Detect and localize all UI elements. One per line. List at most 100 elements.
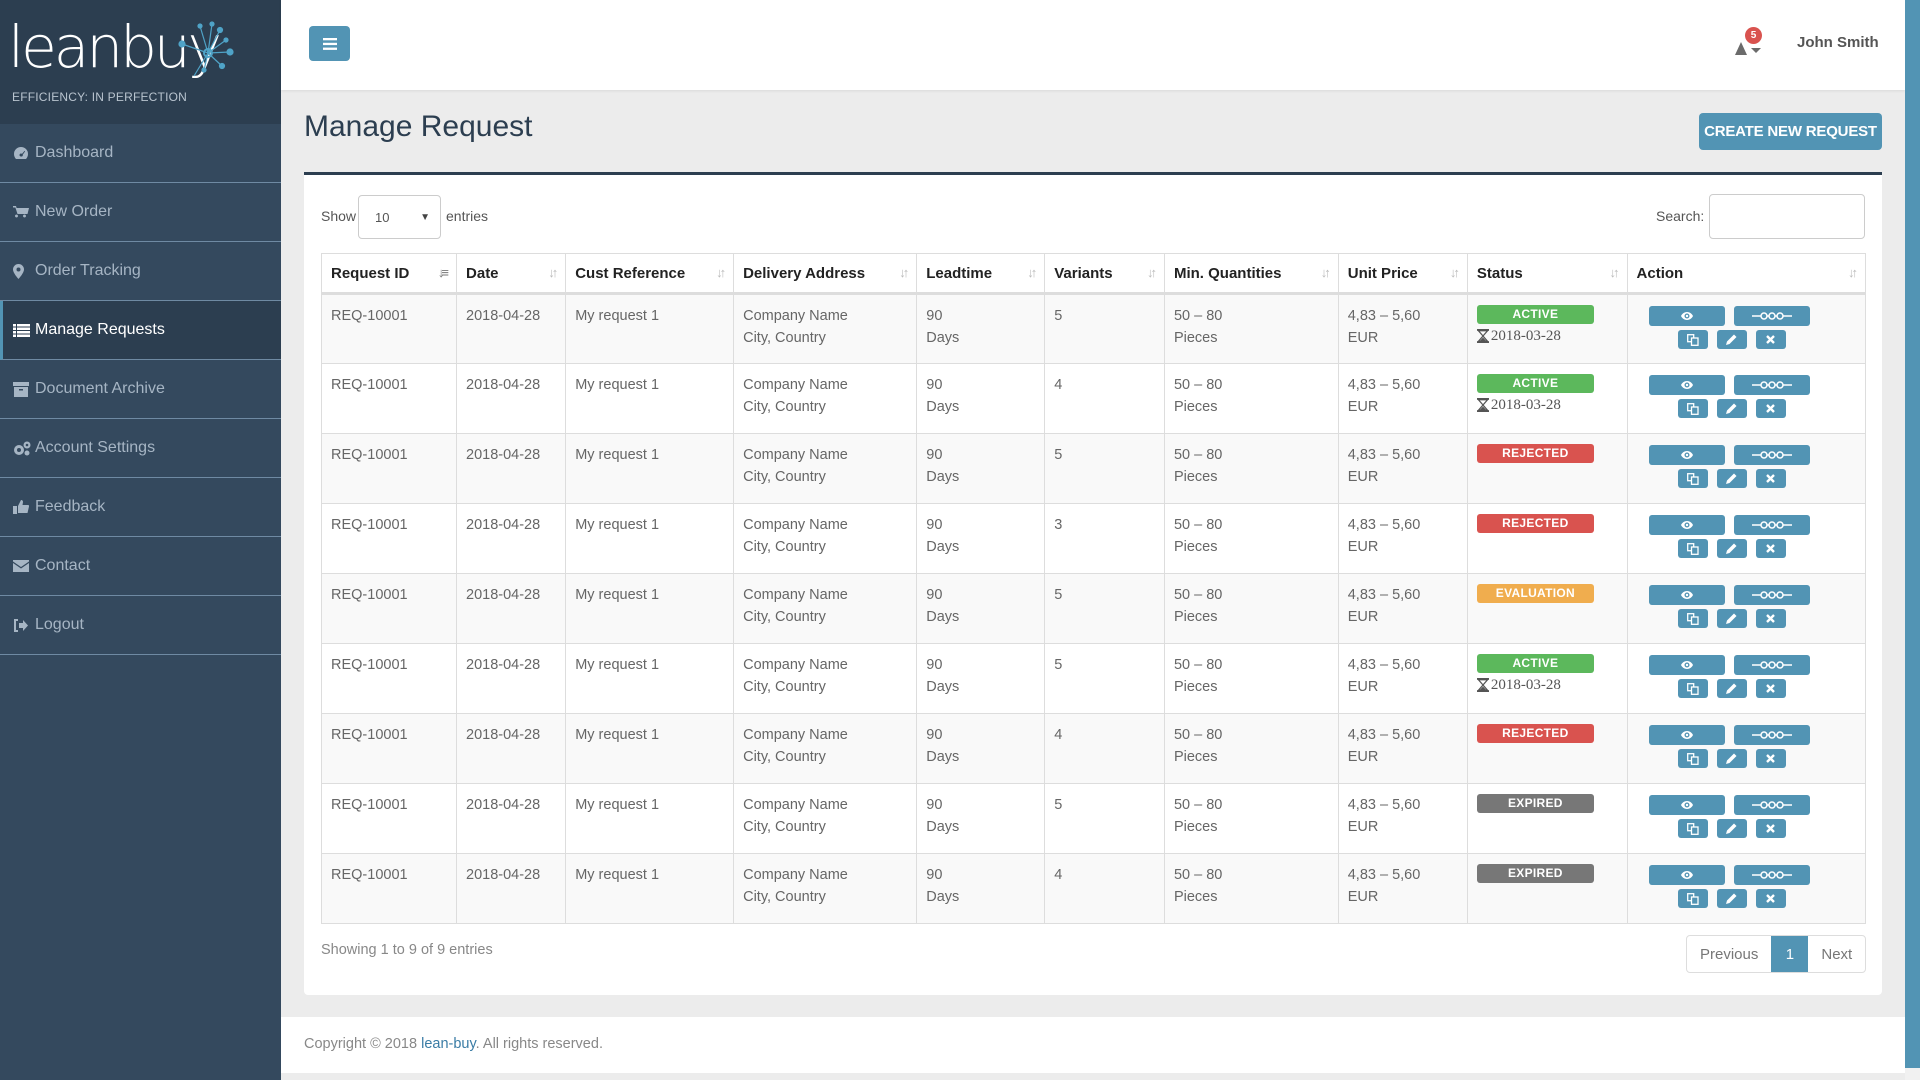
previous-page-button[interactable]: Previous xyxy=(1687,936,1771,972)
column-header-variants[interactable]: Variants ↓↑ xyxy=(1044,253,1165,295)
delete-button[interactable] xyxy=(1755,399,1786,418)
cust-reference-cell: My request 1 xyxy=(565,433,735,504)
copy-button[interactable] xyxy=(1677,469,1708,488)
column-header-label: Date xyxy=(466,264,499,282)
status-cell: ACTIVE 2018-03-28 xyxy=(1466,293,1628,364)
edit-button[interactable] xyxy=(1716,679,1747,698)
column-header-min-quantities[interactable]: Min. Quantities ↓↑ xyxy=(1163,253,1339,295)
edit-button[interactable] xyxy=(1716,399,1747,418)
requests-card: Show 10 ▼ entries Search: Request ID ↓≡ Da… xyxy=(304,172,1882,995)
request-id-cell: REQ-10001 xyxy=(320,433,458,504)
copy-button[interactable] xyxy=(1677,609,1708,628)
column-header-unit-price[interactable]: Unit Price ↓↑ xyxy=(1337,253,1468,295)
delete-button[interactable] xyxy=(1755,469,1786,488)
column-header-delivery-address[interactable]: Delivery Address ↓↑ xyxy=(733,253,918,295)
view-button[interactable] xyxy=(1648,375,1725,395)
create-new-request-button[interactable]: CREATE NEW REQUEST xyxy=(1699,113,1882,150)
sort-icon: ↓↑ xyxy=(716,265,726,280)
quantity-unit: Pieces xyxy=(1173,749,1218,765)
timeline-button[interactable] xyxy=(1733,306,1810,326)
timeline-button[interactable] xyxy=(1733,655,1810,675)
sidebar-item-dashboard[interactable]: Dashboard xyxy=(0,124,281,183)
sidebar-item-document-archive[interactable]: Document Archive xyxy=(0,360,281,419)
sidebar-item-feedback[interactable]: Feedback xyxy=(0,478,281,537)
leadtime-value: 90 xyxy=(926,867,943,883)
status-cell: ACTIVE 2018-03-28 xyxy=(1466,643,1628,714)
column-header-cust-reference[interactable]: Cust Reference ↓↑ xyxy=(565,253,735,295)
user-menu[interactable]: John Smith xyxy=(1797,34,1879,51)
page-length-select[interactable]: 10 ▼ xyxy=(358,195,441,239)
edit-button[interactable] xyxy=(1716,749,1747,768)
sidebar-item-contact[interactable]: Contact xyxy=(0,537,281,596)
address-city: City, Country xyxy=(743,609,826,625)
view-button[interactable] xyxy=(1648,795,1725,815)
timeline-button[interactable] xyxy=(1733,375,1810,395)
page-1-button[interactable]: 1 xyxy=(1771,936,1809,972)
sort-ascending-icon: ↓≡ xyxy=(437,265,449,280)
sidebar-toggle-button[interactable] xyxy=(309,26,350,61)
leadtime-value: 90 xyxy=(926,797,943,813)
date-cell: 2018-04-28 xyxy=(456,503,567,574)
view-button[interactable] xyxy=(1648,445,1725,465)
column-header-action[interactable]: Action ↓↑ xyxy=(1626,253,1867,295)
copy-button[interactable] xyxy=(1677,749,1708,768)
eye-icon xyxy=(1680,381,1693,389)
leadtime-value: 90 xyxy=(926,587,943,603)
timeline-button[interactable] xyxy=(1733,585,1810,605)
delete-button[interactable] xyxy=(1755,330,1786,349)
timeline-button[interactable] xyxy=(1733,445,1810,465)
sidebar-item-label: Feedback xyxy=(35,498,106,515)
column-header-leadtime[interactable]: Leadtime ↓↑ xyxy=(916,253,1046,295)
view-button[interactable] xyxy=(1648,306,1725,326)
sidebar-item-order-tracking[interactable]: Order Tracking xyxy=(0,242,281,301)
edit-button[interactable] xyxy=(1716,609,1747,628)
copy-icon xyxy=(1686,333,1699,346)
request-date: 2018-04-28 xyxy=(466,377,541,393)
timeline-button[interactable] xyxy=(1733,865,1810,885)
view-button[interactable] xyxy=(1648,585,1725,605)
timeline-button[interactable] xyxy=(1733,725,1810,745)
edit-button[interactable] xyxy=(1716,539,1747,558)
scrollbar-track-end xyxy=(1905,1068,1920,1080)
copy-button[interactable] xyxy=(1677,889,1708,908)
view-button[interactable] xyxy=(1648,725,1725,745)
vertical-scrollbar[interactable] xyxy=(1905,0,1920,1068)
leadtime-value: 90 xyxy=(926,377,943,393)
timeline-button[interactable] xyxy=(1733,795,1810,815)
next-page-button[interactable]: Next xyxy=(1808,936,1865,972)
cart-icon xyxy=(13,205,33,219)
edit-button[interactable] xyxy=(1716,330,1747,349)
view-button[interactable] xyxy=(1648,655,1725,675)
copy-button[interactable] xyxy=(1677,679,1708,698)
copy-button[interactable] xyxy=(1677,539,1708,558)
delete-button[interactable] xyxy=(1755,889,1786,908)
delete-button[interactable] xyxy=(1755,749,1786,768)
delete-button[interactable] xyxy=(1755,539,1786,558)
delete-button[interactable] xyxy=(1755,609,1786,628)
sidebar-item-manage-requests[interactable]: Manage Requests xyxy=(0,301,281,360)
copy-button[interactable] xyxy=(1677,399,1708,418)
copy-button[interactable] xyxy=(1677,819,1708,838)
logo[interactable]: leanbuy EFFICIENCY: IN PERFECTION xyxy=(0,0,281,124)
edit-button[interactable] xyxy=(1716,469,1747,488)
column-header-status[interactable]: Status ↓↑ xyxy=(1466,253,1628,295)
edit-button[interactable] xyxy=(1716,889,1747,908)
row-actions xyxy=(1648,375,1821,418)
column-header-date[interactable]: Date ↓↑ xyxy=(456,253,567,295)
edit-button[interactable] xyxy=(1716,819,1747,838)
sidebar-item-account-settings[interactable]: Account Settings xyxy=(0,419,281,478)
copy-button[interactable] xyxy=(1677,330,1708,349)
sidebar-item-new-order[interactable]: New Order xyxy=(0,183,281,242)
timeline-button[interactable] xyxy=(1733,515,1810,535)
sidebar-item-logout[interactable]: Logout xyxy=(0,596,281,655)
delete-button[interactable] xyxy=(1755,819,1786,838)
delivery-address-cell: Company Name City, Country xyxy=(733,503,918,574)
search-input[interactable] xyxy=(1709,194,1865,239)
lean-buy-link[interactable]: lean-buy xyxy=(421,1036,476,1052)
column-header-request-id[interactable]: Request ID ↓≡ xyxy=(320,253,458,295)
sort-icon: ↓↑ xyxy=(1027,265,1037,280)
delete-button[interactable] xyxy=(1755,679,1786,698)
view-button[interactable] xyxy=(1648,515,1725,535)
view-button[interactable] xyxy=(1648,865,1725,885)
copy-icon xyxy=(1686,752,1699,765)
